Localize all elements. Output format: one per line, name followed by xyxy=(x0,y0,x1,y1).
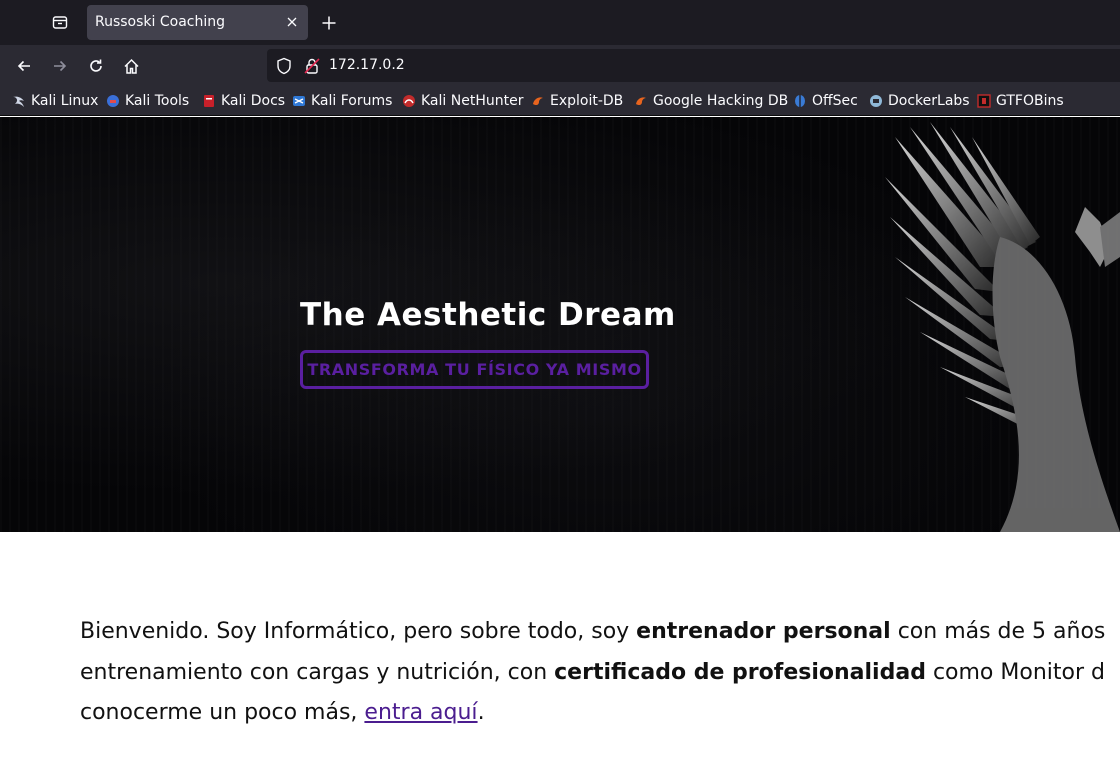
tab-active[interactable]: Russoski Coaching xyxy=(87,5,308,40)
bookmark-label: OffSec xyxy=(812,93,858,109)
new-tab-plus-icon[interactable] xyxy=(318,12,340,34)
bookmark-exploit-db[interactable]: Exploit-DB xyxy=(531,92,623,110)
forward-arrow-icon[interactable] xyxy=(48,54,72,78)
bookmark-kali-docs[interactable]: Kali Docs xyxy=(202,92,285,110)
intro-line-3: conocerme un poco más, entra aquí. xyxy=(80,700,485,725)
nav-bar: 172.17.0.2 xyxy=(0,45,1120,86)
bookmark-gtfobins[interactable]: GTFOBins xyxy=(977,92,1064,110)
bookmark-label: Kali NetHunter xyxy=(421,93,524,109)
hero-banner: The Aesthetic Dream TRANSFORMA TU FÍSICO… xyxy=(0,117,1120,532)
url-bar[interactable]: 172.17.0.2 xyxy=(267,49,1120,82)
bookmark-kali-nethunter[interactable]: Kali NetHunter xyxy=(402,92,523,110)
ghdb-icon xyxy=(634,94,648,108)
bookmarks-toolbar: Kali Linux Kali Tools Kali Docs Kali For… xyxy=(0,86,1120,116)
bookmark-google-hacking-db[interactable]: Google Hacking DB xyxy=(634,92,788,110)
reload-icon[interactable] xyxy=(84,54,108,78)
bookmark-kali-tools[interactable]: Kali Tools xyxy=(106,92,189,110)
transform-cta-button[interactable]: TRANSFORMA TU FÍSICO YA MISMO xyxy=(300,350,649,389)
bookmark-dockerlabs[interactable]: DockerLabs xyxy=(869,92,970,110)
kali-docs-icon xyxy=(202,94,216,108)
tracking-shield-icon[interactable] xyxy=(275,57,293,75)
bookmark-kali-forums[interactable]: Kali Forums xyxy=(292,92,392,110)
gtfobins-icon xyxy=(977,94,991,108)
nethunter-icon xyxy=(402,94,416,108)
intro-paragraph: Bienvenido. Soy Informático, pero sobre … xyxy=(80,612,1120,734)
kali-dragon-icon xyxy=(12,94,26,108)
bookmark-label: GTFOBins xyxy=(996,93,1064,109)
tab-title: Russoski Coaching xyxy=(95,14,226,30)
intro-line-1: Bienvenido. Soy Informático, pero sobre … xyxy=(80,619,1106,644)
winged-statue-image xyxy=(885,122,1120,532)
back-arrow-icon[interactable] xyxy=(12,54,36,78)
bookmark-label: Exploit-DB xyxy=(550,93,624,109)
kali-tools-icon xyxy=(106,94,120,108)
intro-line-2: entrenamiento con cargas y nutrición, co… xyxy=(80,659,1105,685)
home-icon[interactable] xyxy=(119,54,143,78)
tab-bar: Russoski Coaching xyxy=(0,0,1120,45)
offsec-icon xyxy=(793,94,807,108)
bookmark-offsec[interactable]: OffSec xyxy=(793,92,858,110)
hero-title: The Aesthetic Dream xyxy=(300,297,676,333)
insecure-lock-icon[interactable] xyxy=(303,57,321,75)
close-icon[interactable] xyxy=(284,14,300,30)
kali-forums-icon xyxy=(292,94,306,108)
emphasis-personal-trainer: entrenador personal xyxy=(636,619,891,644)
bookmark-label: Kali Linux xyxy=(31,93,99,109)
bookmark-label: DockerLabs xyxy=(888,93,970,109)
bookmark-label: Google Hacking DB xyxy=(653,93,789,109)
url-text[interactable]: 172.17.0.2 xyxy=(329,57,405,73)
tab-list-icon[interactable] xyxy=(50,12,70,32)
bookmark-label: Kali Docs xyxy=(221,93,286,109)
bookmark-kali-linux[interactable]: Kali Linux xyxy=(12,92,98,110)
emphasis-certificate: certificado de profesionalidad xyxy=(554,659,926,685)
exploit-db-icon xyxy=(531,94,545,108)
dockerlabs-icon xyxy=(869,94,883,108)
bookmark-label: Kali Tools xyxy=(125,93,190,109)
enter-here-link[interactable]: entra aquí xyxy=(364,700,477,725)
bookmark-label: Kali Forums xyxy=(311,93,393,109)
